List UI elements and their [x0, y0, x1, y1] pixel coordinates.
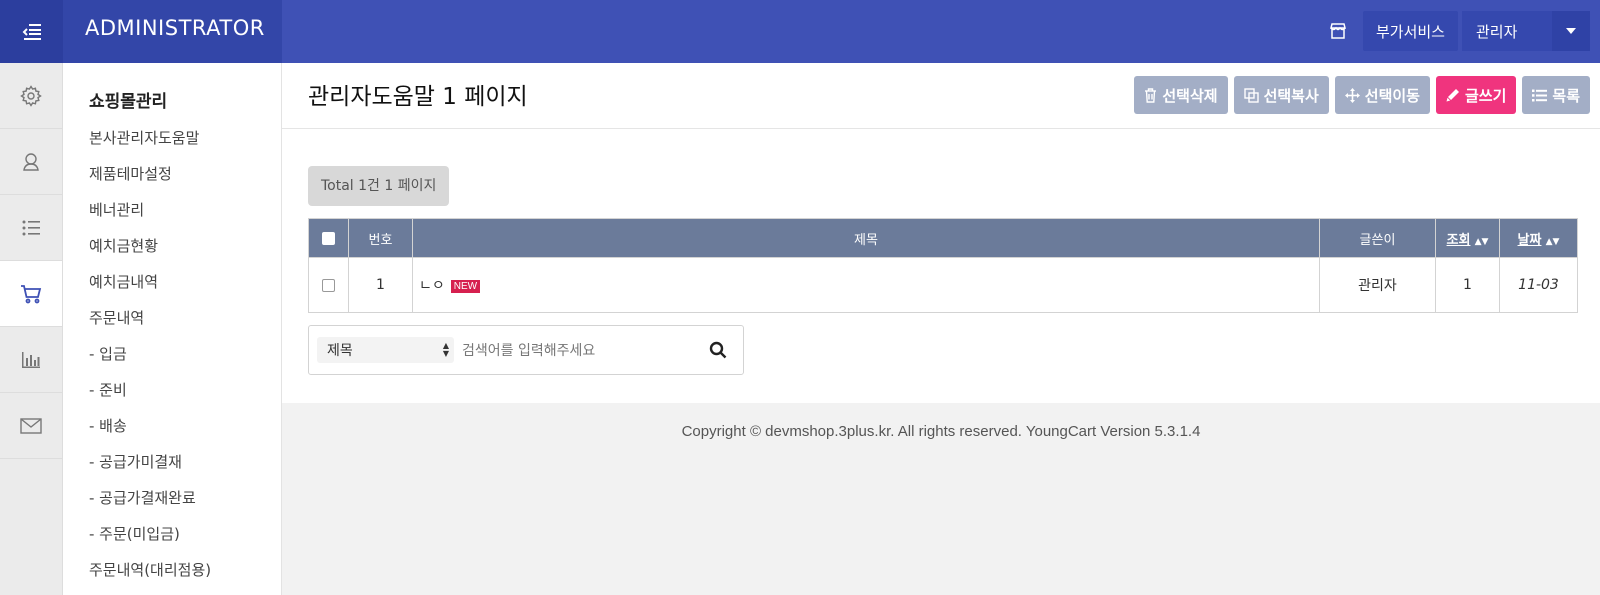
- sort-icon: ▲▼: [1474, 236, 1489, 247]
- rail-members[interactable]: [0, 129, 62, 195]
- list-button[interactable]: 목록: [1522, 76, 1590, 114]
- new-badge: NEW: [450, 279, 481, 293]
- col-date[interactable]: 날짜 ▲▼: [1499, 218, 1578, 258]
- rail-shop[interactable]: [0, 261, 62, 327]
- select-copy-label: 선택복사: [1263, 86, 1319, 105]
- admin-menu-button[interactable]: 관리자: [1462, 11, 1552, 51]
- footer-copyright: Copyright © devmshop.3plus.kr. All right…: [681, 423, 1201, 440]
- menu-toggle-button[interactable]: [0, 0, 63, 63]
- list-label: 목록: [1552, 86, 1580, 105]
- trash-icon: [1145, 87, 1157, 103]
- row-select-cell: [308, 257, 349, 313]
- cart-icon: [21, 284, 42, 303]
- date-sort-link[interactable]: 날짜: [1518, 233, 1542, 248]
- caret-down-icon: [1566, 28, 1576, 34]
- search-icon: [709, 341, 727, 359]
- select-all-cell: [308, 218, 349, 258]
- submenu-item[interactable]: - 주문(미입금): [89, 516, 281, 552]
- title-bar: 관리자도움말 1 페이지 선택삭제 선택복사 선택이동 글쓰기 목록: [282, 63, 1600, 129]
- search-field-value: 제목: [327, 343, 353, 359]
- board-table: 번호 제목 글쓴이 조회 ▲▼ 날짜 ▲▼ 1 ㄴㅇ NEW 관리자 1 11-0…: [308, 218, 1578, 313]
- admin-dropdown-toggle[interactable]: [1552, 11, 1590, 51]
- submenu-item[interactable]: 주문내역: [89, 300, 281, 336]
- page-title: 관리자도움말 1 페이지: [308, 84, 528, 110]
- top-header: ADMINISTRATOR 부가서비스 관리자: [0, 0, 1600, 63]
- list-icon: [1532, 89, 1548, 101]
- col-num: 번호: [348, 218, 413, 258]
- search-form: 제목 ▲ ▼ 검색어를 입력해주세요: [308, 325, 744, 375]
- write-button[interactable]: 글쓰기: [1435, 76, 1517, 114]
- submenu-panel: 쇼핑몰관리 본사관리자도움말 제품테마설정 베너관리 예치금현황 예치금내역 주…: [63, 63, 282, 595]
- row-num: 1: [348, 257, 413, 313]
- pencil-icon: [1446, 89, 1459, 102]
- gear-icon: [20, 84, 42, 107]
- table-header-row: 번호 제목 글쓴이 조회 ▲▼ 날짜 ▲▼: [308, 218, 1578, 258]
- copy-icon: [1243, 87, 1259, 103]
- submenu-title: 쇼핑몰관리: [89, 92, 168, 112]
- select-move-label: 선택이동: [1364, 86, 1420, 105]
- brand-title: ADMINISTRATOR: [63, 0, 282, 63]
- col-writer: 글쓴이: [1319, 218, 1436, 258]
- menu-collapse-icon: [22, 23, 41, 40]
- submenu-item[interactable]: - 배송: [89, 408, 281, 444]
- total-count-badge: Total 1건 1 페이지: [308, 166, 450, 206]
- submenu-item[interactable]: - 공급가미결재: [89, 444, 281, 480]
- mail-icon: [20, 417, 42, 434]
- icon-rail: [0, 63, 63, 595]
- table-row: 1 ㄴㅇ NEW 관리자 1 11-03: [308, 257, 1578, 313]
- select-all-checkbox[interactable]: [322, 231, 335, 245]
- submenu-item[interactable]: 베너관리: [89, 192, 281, 228]
- submenu-item[interactable]: - 공급가결재완료: [89, 480, 281, 516]
- hits-sort-link[interactable]: 조회: [1447, 233, 1471, 248]
- addon-service-button[interactable]: 부가서비스: [1362, 11, 1458, 51]
- search-field-select[interactable]: 제목 ▲ ▼: [317, 337, 454, 363]
- chart-icon: [22, 351, 40, 368]
- row-subject-link[interactable]: ㄴㅇ: [419, 278, 445, 294]
- submenu-item[interactable]: 예치금내역: [89, 264, 281, 300]
- write-label: 글쓰기: [1464, 86, 1507, 105]
- select-arrows-icon: ▲ ▼: [442, 341, 449, 358]
- action-toolbar: 선택삭제 선택복사 선택이동 글쓰기 목록: [1128, 76, 1590, 114]
- submenu-item[interactable]: 예치금현황: [89, 228, 281, 264]
- rail-settings[interactable]: [0, 63, 62, 129]
- main-content: 관리자도움말 1 페이지 선택삭제 선택복사 선택이동 글쓰기 목록 Total…: [282, 63, 1600, 403]
- move-arrows-icon: [1344, 87, 1360, 103]
- col-subject: 제목: [412, 218, 1320, 258]
- submenu-item[interactable]: 본사관리자도움말: [89, 120, 281, 156]
- row-checkbox[interactable]: [322, 278, 335, 292]
- list-icon: [22, 220, 40, 235]
- row-date: 11-03: [1499, 257, 1578, 313]
- row-subject-cell: ㄴㅇ NEW: [412, 257, 1320, 313]
- submenu-item[interactable]: - 준비: [89, 372, 281, 408]
- select-copy-button[interactable]: 선택복사: [1233, 76, 1329, 114]
- search-input[interactable]: 검색어를 입력해주세요: [462, 340, 693, 360]
- sort-icon: ▲▼: [1545, 236, 1560, 247]
- user-icon: [23, 152, 39, 171]
- row-hits: 1: [1435, 257, 1500, 313]
- submenu-item[interactable]: - 입금: [89, 336, 281, 372]
- search-button[interactable]: [693, 341, 743, 359]
- col-hits[interactable]: 조회 ▲▼: [1435, 218, 1500, 258]
- submenu-item[interactable]: 주문내역(대리점용): [89, 552, 281, 588]
- rail-stats[interactable]: [0, 327, 62, 393]
- select-delete-button[interactable]: 선택삭제: [1134, 76, 1228, 114]
- select-move-button[interactable]: 선택이동: [1334, 76, 1430, 114]
- rail-mail[interactable]: [0, 393, 62, 459]
- store-icon[interactable]: [1323, 11, 1353, 51]
- rail-board[interactable]: [0, 195, 62, 261]
- row-writer: 관리자: [1319, 257, 1436, 313]
- select-delete-label: 선택삭제: [1162, 86, 1218, 105]
- submenu-item[interactable]: 제품테마설정: [89, 156, 281, 192]
